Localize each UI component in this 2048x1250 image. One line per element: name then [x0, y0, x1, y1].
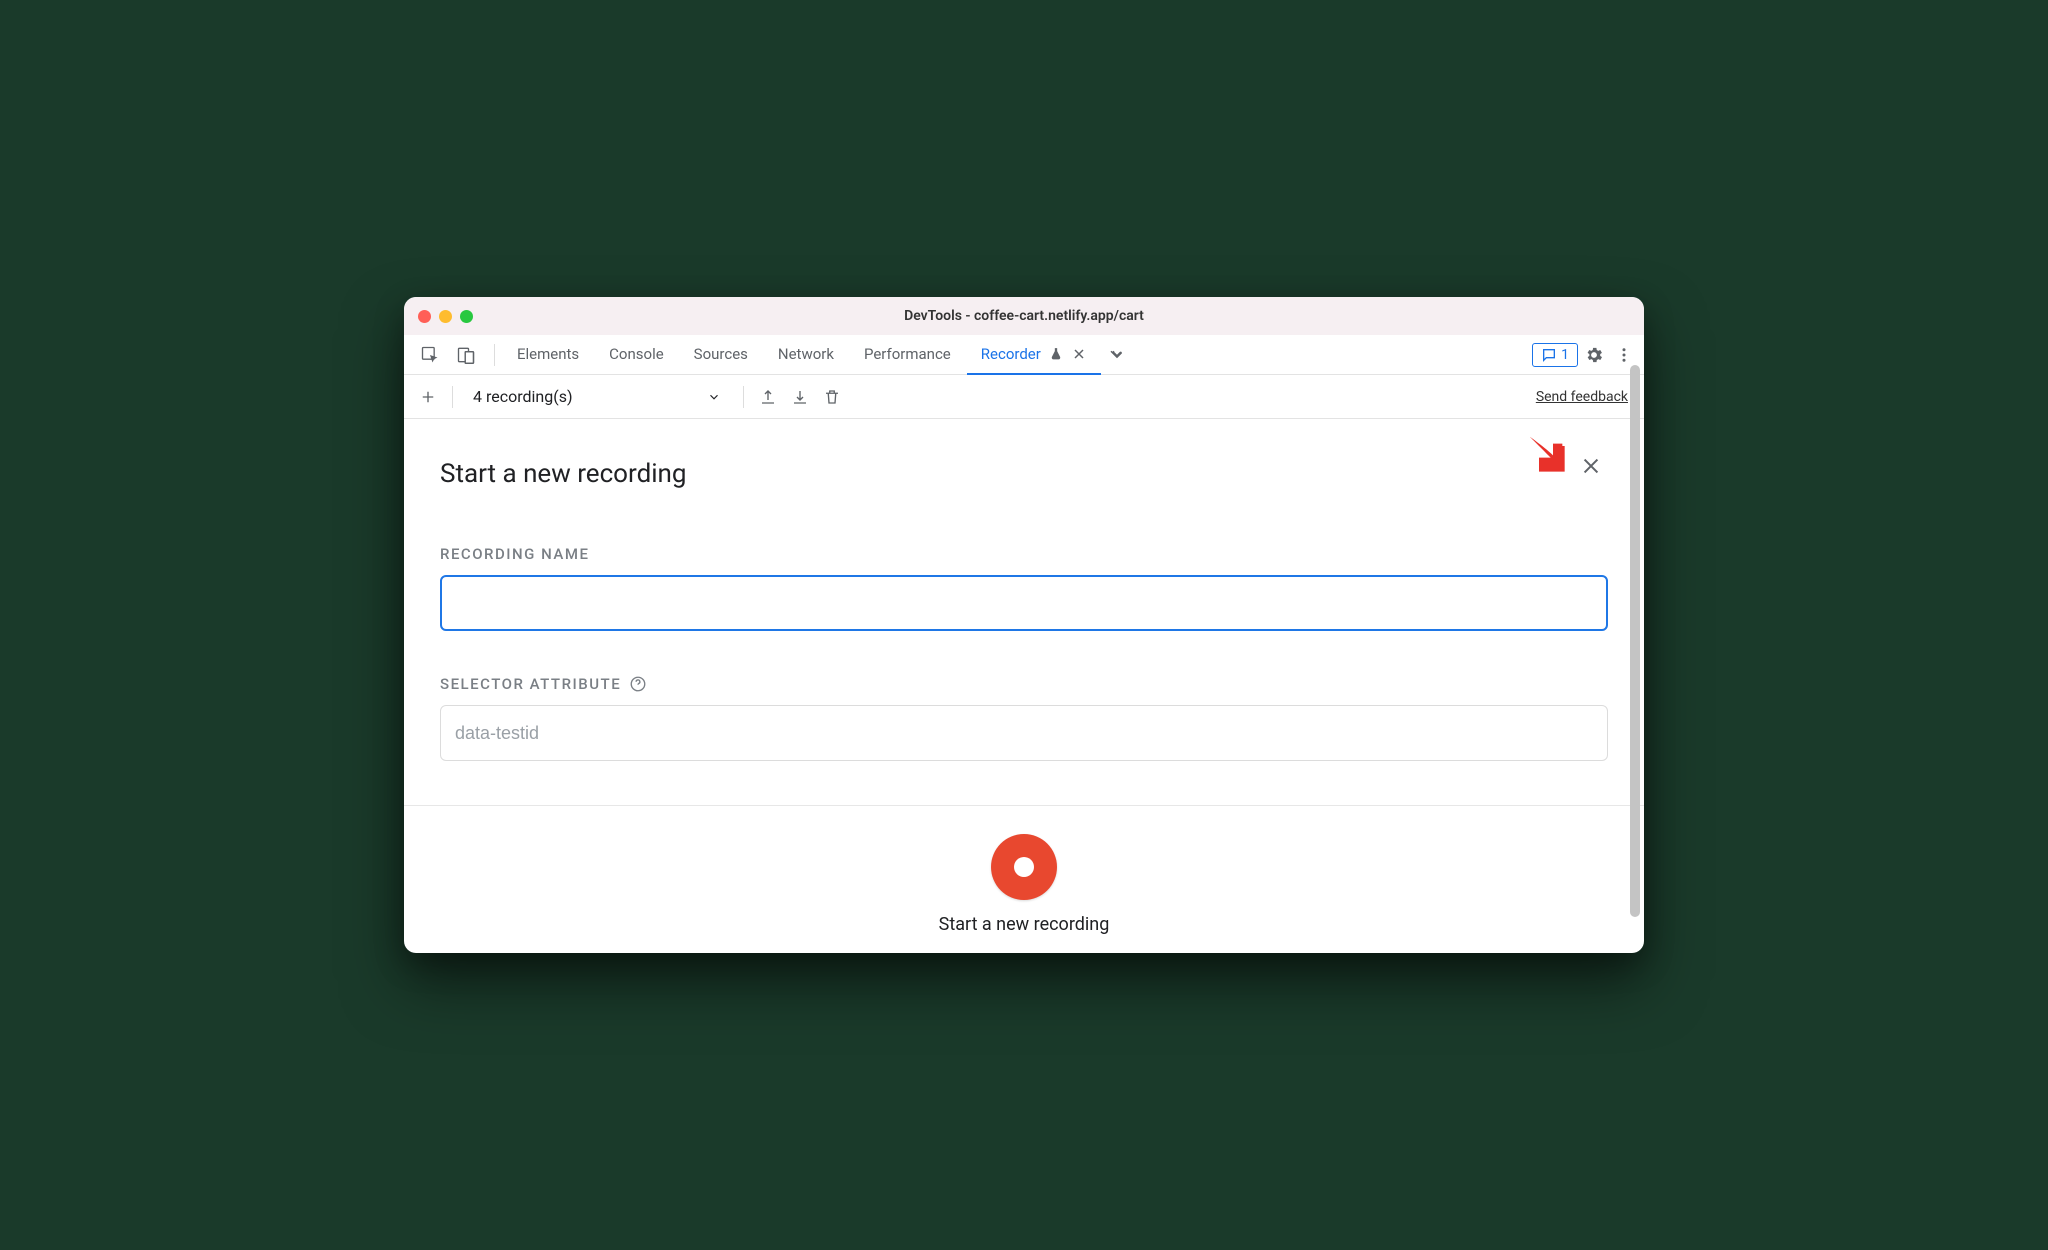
scrollbar-thumb[interactable]	[1630, 365, 1640, 917]
more-tabs-icon[interactable]	[1103, 341, 1131, 369]
help-icon[interactable]	[629, 675, 647, 693]
tab-label: Recorder	[981, 345, 1041, 363]
recordings-selector-label: 4 recording(s)	[473, 387, 573, 406]
devtools-tabbar: Elements Console Sources Network Perform…	[404, 335, 1644, 375]
vertical-scrollbar[interactable]	[1629, 341, 1641, 941]
chevron-down-icon	[707, 390, 721, 404]
tab-console[interactable]: Console	[595, 335, 678, 375]
traffic-lights	[404, 310, 473, 323]
recording-name-field: RECORDING NAME	[440, 545, 1608, 631]
window-zoom-button[interactable]	[460, 310, 473, 323]
chat-icon	[1541, 347, 1557, 363]
tabbar-separator	[494, 344, 495, 366]
start-recording-panel: Start a new recording RECORDING NAME SEL…	[404, 419, 1644, 953]
inspect-element-icon[interactable]	[416, 341, 444, 369]
recording-name-input[interactable]	[440, 575, 1608, 631]
recording-name-label: RECORDING NAME	[440, 545, 1608, 563]
toolbar-separator	[452, 386, 453, 408]
export-icon[interactable]	[754, 383, 782, 411]
tab-elements[interactable]: Elements	[503, 335, 593, 375]
recordings-selector[interactable]: 4 recording(s)	[463, 381, 733, 413]
start-recording-block: Start a new recording	[440, 806, 1608, 953]
issues-count: 1	[1561, 347, 1569, 363]
tab-performance[interactable]: Performance	[850, 335, 965, 375]
tab-label: Performance	[864, 345, 951, 363]
delete-icon[interactable]	[818, 383, 846, 411]
panel-heading: Start a new recording	[440, 459, 1608, 489]
tab-label: Elements	[517, 345, 579, 363]
window-close-button[interactable]	[418, 310, 431, 323]
tab-label: Console	[609, 345, 664, 363]
devtools-window: DevTools - coffee-cart.netlify.app/cart …	[404, 297, 1644, 953]
close-tab-icon[interactable]	[1071, 346, 1087, 362]
tab-network[interactable]: Network	[764, 335, 848, 375]
flask-experimental-icon	[1049, 347, 1063, 361]
settings-icon[interactable]	[1580, 345, 1608, 365]
tab-recorder[interactable]: Recorder	[967, 335, 1101, 375]
selector-attribute-input[interactable]	[440, 705, 1608, 761]
issues-button[interactable]: 1	[1532, 343, 1578, 367]
selector-attribute-label: SELECTOR ATTRIBUTE	[440, 675, 621, 693]
record-button[interactable]	[991, 834, 1057, 900]
selector-attribute-field: SELECTOR ATTRIBUTE	[440, 675, 1608, 761]
import-icon[interactable]	[786, 383, 814, 411]
toolbar-separator	[743, 386, 744, 408]
annotation-arrow-icon	[1518, 425, 1574, 485]
new-recording-icon[interactable]	[414, 383, 442, 411]
tab-label: Sources	[694, 345, 748, 363]
window-minimize-button[interactable]	[439, 310, 452, 323]
start-recording-label: Start a new recording	[440, 914, 1608, 935]
tab-label: Network	[778, 345, 834, 363]
record-button-inner-icon	[1014, 857, 1034, 877]
recorder-toolbar: 4 recording(s) Send feedback	[404, 375, 1644, 419]
toggle-device-toolbar-icon[interactable]	[452, 341, 480, 369]
window-titlebar: DevTools - coffee-cart.netlify.app/cart	[404, 297, 1644, 335]
tab-sources[interactable]: Sources	[680, 335, 762, 375]
close-panel-icon[interactable]	[1578, 453, 1604, 479]
send-feedback-link[interactable]: Send feedback	[1536, 389, 1634, 405]
window-title: DevTools - coffee-cart.netlify.app/cart	[404, 308, 1644, 324]
